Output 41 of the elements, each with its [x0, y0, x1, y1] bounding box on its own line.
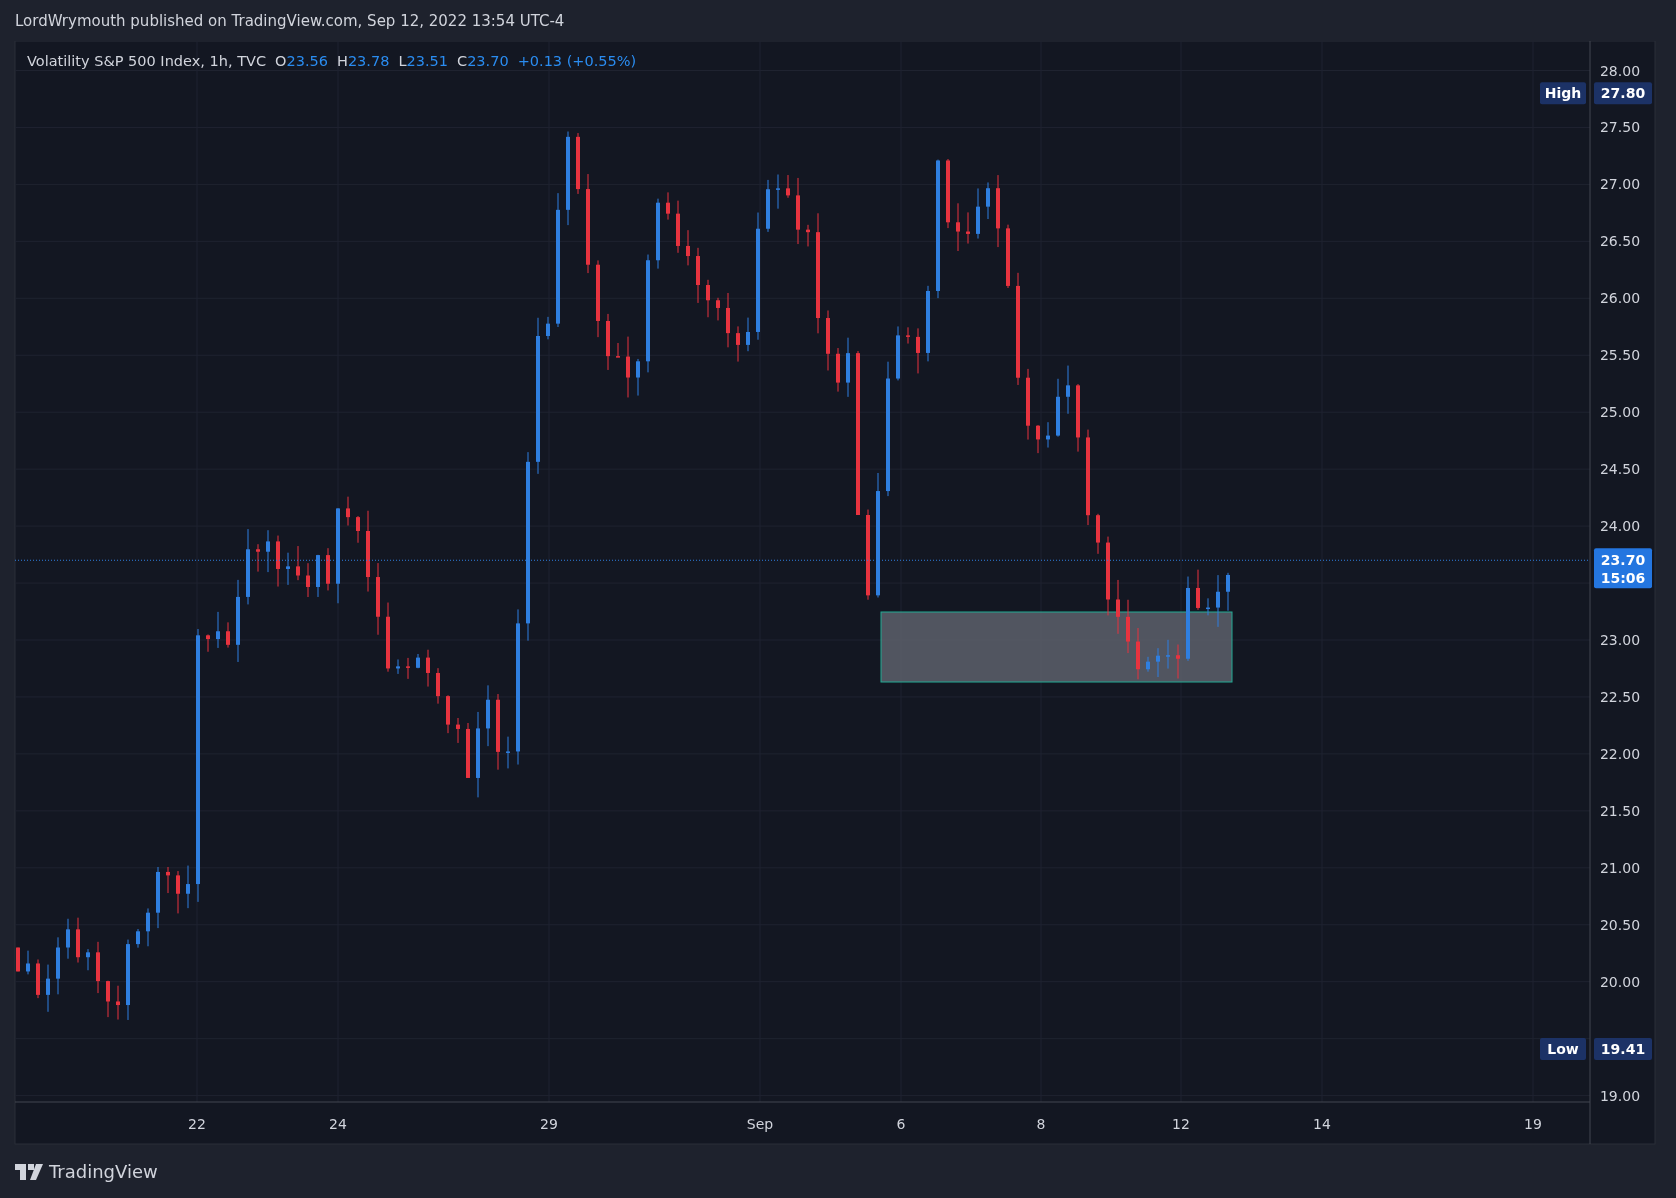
price-label: 27.50 [1599, 119, 1641, 136]
price-label: 19.00 [1599, 1087, 1641, 1104]
price-label: 27.00 [1599, 176, 1641, 193]
symbol-title: Volatility S&P 500 Index, 1h, TVC [27, 53, 267, 69]
price-label: 23.00 [1599, 632, 1641, 648]
date-label: 22 [188, 1116, 206, 1132]
ohlc-value: C23.70 [457, 53, 509, 69]
date-label: 8 [1036, 1116, 1046, 1132]
price-label: 26.00 [1599, 290, 1641, 307]
ohlc-value: H23.78 [337, 53, 390, 69]
price-label: 25.00 [1599, 404, 1641, 421]
tradingview-logo-icon [15, 1163, 43, 1180]
date-label: 14 [1313, 1116, 1331, 1132]
high-price-badge: 27.80 [1594, 82, 1652, 105]
change-value: +0.13 (+0.55%) [517, 53, 637, 69]
price-label: 25.50 [1599, 347, 1641, 364]
price-label: 22.00 [1599, 745, 1641, 762]
price-label: 22.50 [1599, 688, 1641, 705]
date-label: 6 [896, 1116, 906, 1132]
date-label: 19 [1524, 1116, 1542, 1132]
date-label: 24 [329, 1116, 347, 1132]
publish-caption: LordWrymouth published on TradingView.com, Sep 12, 2022 13:54 UTC-4 [15, 11, 565, 30]
price-label: 24.00 [1599, 518, 1641, 535]
high-badge: High [1540, 82, 1586, 105]
ohlc-value: L23.51 [398, 53, 448, 69]
low-badge: Low [1540, 1037, 1586, 1060]
last-price-badge: 23.70 15:06 [1594, 548, 1652, 589]
price-label: 26.50 [1599, 233, 1641, 250]
date-label: 12 [1172, 1116, 1190, 1132]
price-label: 24.50 [1599, 461, 1641, 478]
price-label: 20.50 [1599, 916, 1641, 933]
low-price-badge: 19.41 [1594, 1037, 1652, 1060]
ohlc-value: O23.56 [275, 53, 328, 69]
date-label: 29 [540, 1116, 558, 1132]
price-label: 20.00 [1599, 973, 1641, 990]
logo-text: TradingView [49, 1161, 158, 1182]
range-rectangle[interactable] [880, 611, 1233, 683]
price-label: 21.50 [1599, 802, 1641, 819]
price-label: 21.00 [1599, 859, 1641, 876]
date-label: Sep [746, 1116, 774, 1132]
price-label: 28.00 [1599, 62, 1641, 79]
